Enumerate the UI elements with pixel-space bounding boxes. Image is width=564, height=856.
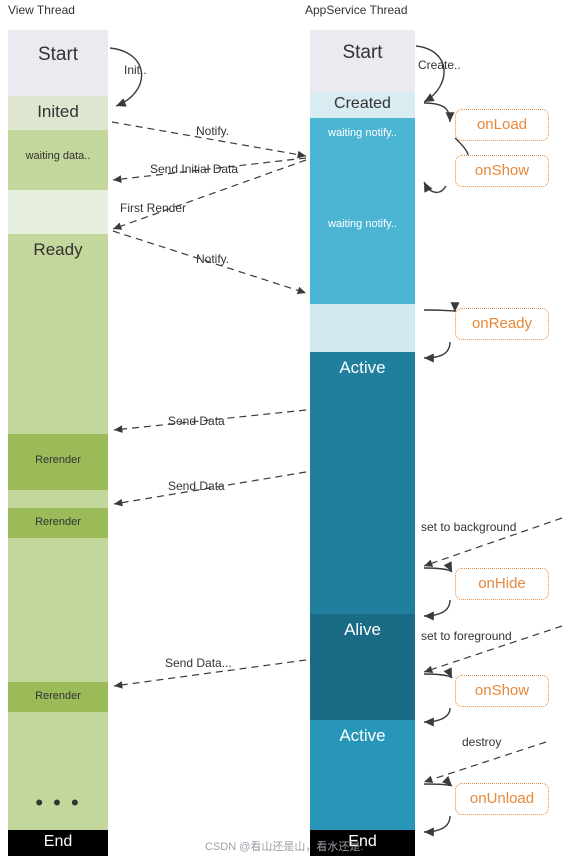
arrow-label-send-data-1: Send Data bbox=[168, 414, 225, 428]
view-block-rerender-1: Rerender bbox=[8, 434, 108, 490]
arrow-label-set-foreground: set to foreground bbox=[421, 629, 512, 643]
view-block-start: Start bbox=[8, 30, 108, 96]
view-block-label: Ready bbox=[33, 240, 83, 259]
service-block-label: Created bbox=[334, 95, 391, 112]
arrow-label-first-render: First Render bbox=[120, 201, 187, 215]
service-block-pause bbox=[310, 304, 415, 352]
callback-onshow-2[interactable]: onShow bbox=[455, 675, 549, 707]
view-block-inited: Inited bbox=[8, 96, 108, 130]
view-ellipsis: • • • bbox=[35, 790, 81, 815]
arrow-label-destroy: destroy bbox=[462, 735, 502, 749]
arrow-label-notify-2: Notify. bbox=[196, 252, 230, 266]
view-block-waiting-data: waiting data.. bbox=[8, 130, 108, 190]
view-block-gap bbox=[8, 190, 108, 234]
service-block-created: Created bbox=[310, 92, 415, 118]
view-block-label: Rerender bbox=[35, 516, 81, 528]
view-block-end: End bbox=[8, 830, 108, 856]
arrow-label-send-initial-data: Send Initial Data bbox=[150, 162, 239, 176]
view-block-rerender-3: Rerender bbox=[8, 682, 108, 712]
service-block-label: Active bbox=[339, 726, 386, 745]
service-block-active-2: Active bbox=[310, 720, 415, 830]
arrow-label-notify-1: Notify. bbox=[196, 124, 230, 138]
watermark: CSDN @看山还是山，看水还是. bbox=[205, 841, 364, 853]
view-block-label: Rerender bbox=[35, 690, 81, 702]
service-block-waiting-1: waiting notify.. bbox=[310, 118, 415, 152]
arrow-label-set-background: set to background bbox=[421, 520, 517, 534]
arrow-label-send-data-2: Send Data bbox=[168, 479, 225, 493]
callback-onunload[interactable]: onUnload bbox=[455, 783, 549, 815]
arrow-label-send-data-3: Send Data... bbox=[165, 656, 232, 670]
view-block-label: Inited bbox=[37, 102, 79, 121]
callback-onload[interactable]: onLoad bbox=[455, 109, 549, 141]
view-block-rerender-2: Rerender bbox=[8, 508, 108, 538]
service-block-label: waiting notify.. bbox=[328, 218, 397, 230]
service-block-label: waiting notify.. bbox=[328, 127, 397, 139]
arrow-label-create: Create.. bbox=[418, 58, 461, 72]
service-block-label: Start bbox=[342, 42, 383, 63]
callback-onshow-1[interactable]: onShow bbox=[455, 155, 549, 187]
arrow-label-init: Init.. bbox=[124, 63, 147, 77]
service-block-label: Active bbox=[339, 358, 386, 377]
view-block-label: Start bbox=[37, 44, 79, 65]
view-block-label: End bbox=[43, 833, 73, 850]
service-block-active-1: Active bbox=[310, 352, 415, 614]
view-block-label: Rerender bbox=[35, 454, 81, 466]
callback-onready[interactable]: onReady bbox=[455, 308, 549, 340]
service-block-label: Alive bbox=[344, 620, 381, 639]
view-block-label: waiting data.. bbox=[25, 150, 91, 162]
service-block-alive: Alive bbox=[310, 614, 415, 720]
service-block-start: Start bbox=[310, 30, 415, 92]
callback-onhide[interactable]: onHide bbox=[455, 568, 549, 600]
service-block-waiting-2: waiting notify.. bbox=[310, 152, 415, 304]
